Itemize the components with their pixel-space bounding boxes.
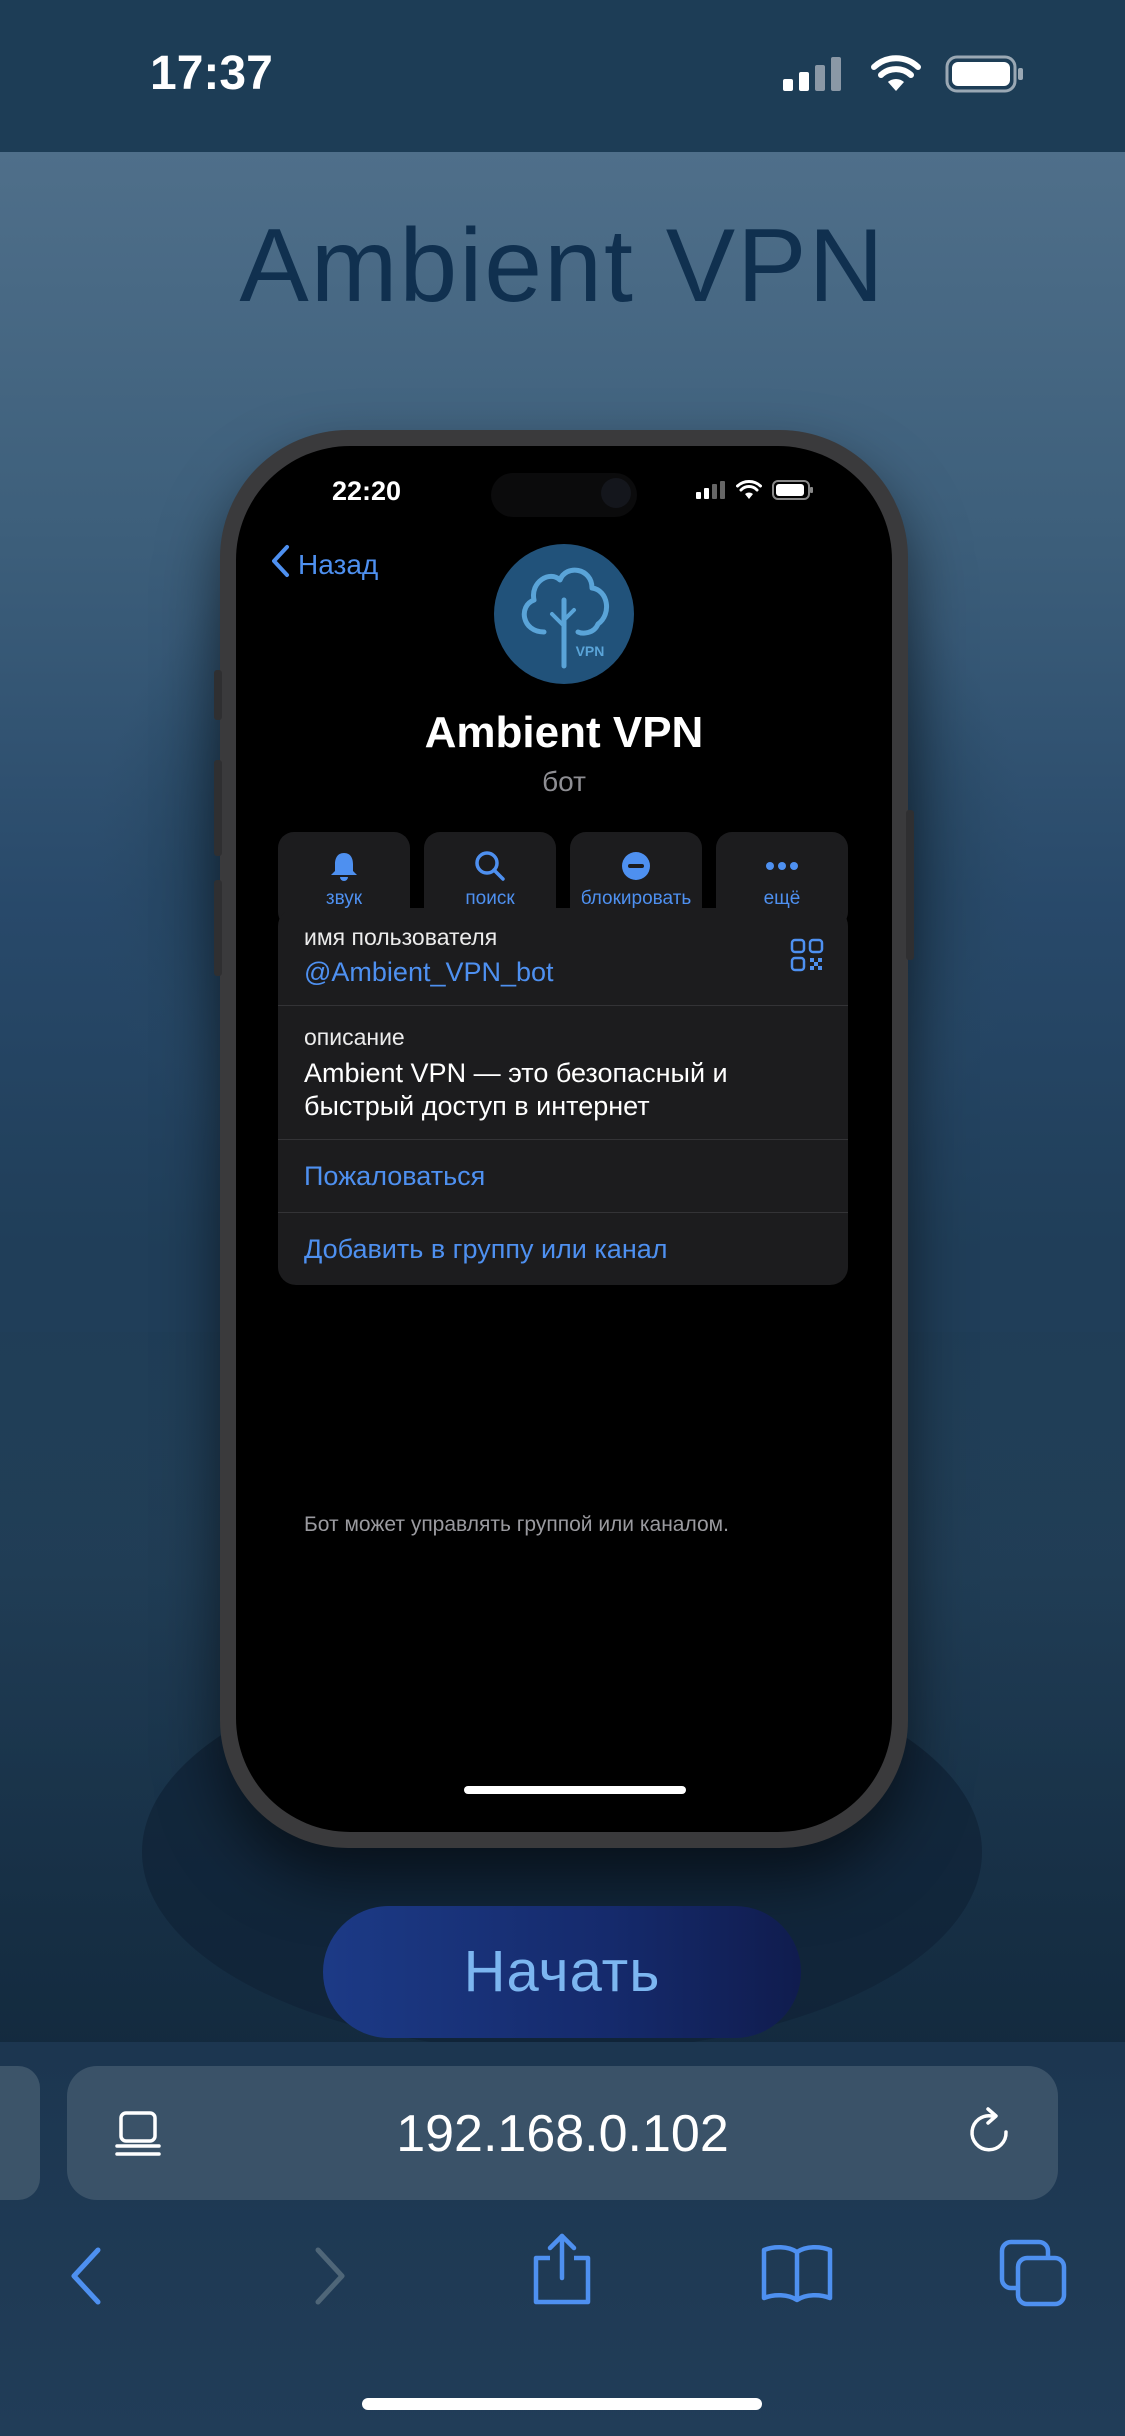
search-icon (474, 850, 506, 882)
address-bar[interactable]: 192.168.0.102 (67, 2066, 1058, 2200)
browser-toolbar (0, 2232, 1125, 2322)
phone-button (214, 880, 222, 976)
phone-status-icons (696, 480, 814, 505)
hint-text: Бот может управлять группой или каналом. (304, 1513, 729, 1536)
signal-icon (696, 481, 726, 504)
reload-icon[interactable] (964, 2106, 1016, 2167)
username-value[interactable]: @Ambient_VPN_bot (304, 957, 822, 988)
phone-mockup: 22:20 Назад VPN Ambient VPN бот звук пои… (214, 430, 914, 1848)
wifi-icon (871, 54, 921, 98)
info-card: имя пользователя @Ambient_VPN_bot описан… (278, 908, 848, 1285)
back-icon[interactable] (66, 2246, 106, 2311)
back-label: Назад (298, 548, 379, 580)
tabs-icon[interactable] (998, 2238, 1070, 2313)
bell-icon (329, 850, 359, 882)
add-to-group-link[interactable]: Добавить в группу или канал (304, 1213, 822, 1285)
back-button[interactable]: Назад (270, 544, 378, 585)
add-to-group-row[interactable]: Добавить в группу или канал (278, 1213, 848, 1285)
bot-subtitle: бот (542, 766, 586, 797)
block-icon (620, 850, 652, 882)
home-indicator (362, 2398, 762, 2410)
browser-chrome: 192.168.0.102 (0, 2042, 1125, 2436)
phone-button (906, 810, 914, 960)
description-text: Ambient VPN — это безопасный и быстрый д… (304, 1058, 728, 1121)
chevron-left-icon (270, 544, 290, 585)
more-icon (764, 850, 800, 882)
status-bar: 17:37 (0, 0, 1125, 152)
qr-code-icon[interactable] (790, 938, 824, 977)
signal-icon (783, 56, 847, 96)
forward-icon[interactable] (310, 2246, 350, 2311)
bookmarks-icon[interactable] (760, 2242, 834, 2309)
url-text[interactable]: 192.168.0.102 (67, 2104, 1058, 2164)
phone-screen: 22:20 Назад VPN Ambient VPN бот звук пои… (236, 446, 892, 1832)
more-label: ещё (763, 888, 801, 909)
report-row[interactable]: Пожаловаться (278, 1140, 848, 1213)
mute-label: звук (325, 888, 363, 909)
landing-page: Ambient VPN 22:20 Назад VPN Ambient VPN … (0, 152, 1125, 2042)
description-label: описание (304, 1024, 405, 1050)
start-button[interactable]: Начать (323, 1906, 801, 2038)
tree-icon: VPN (521, 567, 609, 669)
wifi-icon (736, 480, 762, 505)
phone-button (214, 670, 222, 720)
phone-status-time: 22:20 (332, 476, 402, 506)
description-row: описание Ambient VPN — это безопасный и … (278, 1006, 848, 1140)
status-time: 17:37 (150, 47, 273, 100)
phone-button (214, 760, 222, 856)
share-icon[interactable] (530, 2232, 594, 2311)
bot-name: Ambient VPN (424, 708, 704, 757)
battery-icon (945, 55, 1025, 98)
report-link[interactable]: Пожаловаться (304, 1140, 822, 1212)
avatar[interactable]: VPN (494, 544, 634, 684)
page-title: Ambient VPN (239, 208, 886, 324)
username-row[interactable]: имя пользователя @Ambient_VPN_bot (278, 908, 848, 1006)
block-label: блокировать (580, 888, 692, 909)
search-label: поиск (465, 888, 515, 909)
avatar-badge: VPN (576, 643, 605, 659)
phone-home-indicator (464, 1786, 686, 1794)
status-icons (783, 54, 1025, 98)
username-label: имя пользователя (304, 924, 498, 950)
camera-icon (601, 478, 631, 508)
previous-tab-preview[interactable] (0, 2066, 40, 2200)
battery-icon (772, 480, 814, 505)
